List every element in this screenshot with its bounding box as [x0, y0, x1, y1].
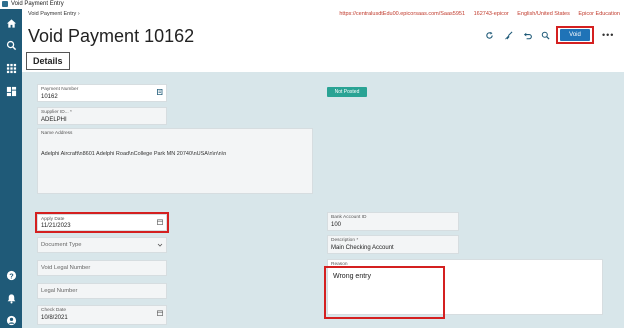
- apply-date-value[interactable]: 11/21/2023: [41, 223, 71, 229]
- home-icon[interactable]: [5, 17, 17, 29]
- clear-broom-icon[interactable]: [503, 30, 513, 40]
- page-header: Void Payment 10162 Void •••: [22, 20, 624, 50]
- supplier-id-label[interactable]: Supplier ID... *: [41, 110, 72, 115]
- app-icon: [2, 1, 8, 7]
- check-date-label: Check Date: [41, 308, 67, 313]
- refresh-icon[interactable]: [484, 30, 494, 40]
- environment-name: Epicor Education: [578, 11, 620, 17]
- svg-text:?: ?: [9, 271, 14, 280]
- environment-locale: English/United States: [517, 11, 570, 17]
- window-title: Void Payment Entry: [11, 1, 64, 7]
- payment-number-value[interactable]: 10162: [41, 94, 58, 100]
- breadcrumb[interactable]: Void Payment Entry ›: [28, 9, 80, 20]
- description-label: Description *: [331, 238, 359, 243]
- left-nav: ?: [0, 9, 22, 328]
- void-legal-number-field[interactable]: Void Legal Number: [37, 260, 167, 276]
- bank-account-field[interactable]: Bank Account ID 100: [327, 212, 459, 231]
- undo-icon[interactable]: [522, 30, 532, 40]
- check-date-value: 10/8/2021: [41, 315, 68, 321]
- apps-grid-icon[interactable]: [5, 62, 17, 74]
- page-title: Void Payment 10162: [28, 26, 195, 46]
- status-badge: Not Posted: [327, 87, 367, 97]
- bank-account-label: Bank Account ID: [331, 215, 367, 220]
- user-avatar-icon[interactable]: [5, 314, 17, 326]
- name-address-label: Name Address: [41, 131, 73, 136]
- more-options-icon[interactable]: •••: [602, 30, 614, 40]
- legal-number-field[interactable]: Legal Number: [37, 283, 167, 299]
- check-date-field[interactable]: Check Date 10/8/2021: [37, 305, 167, 325]
- bank-account-value: 100: [331, 222, 342, 228]
- legal-number-placeholder: Legal Number: [41, 288, 78, 294]
- description-field[interactable]: Description * Main Checking Account: [327, 235, 459, 254]
- reason-label: Reason: [331, 262, 348, 267]
- environment-url: https://centralusdtEdu00.epicorsaas.com/…: [339, 11, 466, 17]
- apply-date-field[interactable]: Apply Date 11/21/2023: [37, 214, 167, 231]
- environment-bar: Void Payment Entry › https://centralusdt…: [22, 9, 624, 20]
- tab-bar: Details: [22, 50, 624, 72]
- void-legal-number-placeholder: Void Legal Number: [41, 265, 91, 271]
- supplier-id-value: ADELPHI: [41, 117, 67, 123]
- reason-value[interactable]: Wrong entry: [333, 273, 371, 280]
- tab-details[interactable]: Details: [26, 52, 70, 70]
- apply-date-label: Apply Date: [41, 217, 65, 222]
- payment-number-field[interactable]: Payment Number 10162: [37, 84, 167, 102]
- payment-number-label: Payment Number: [41, 87, 79, 92]
- help-icon[interactable]: ?: [5, 269, 17, 281]
- void-button[interactable]: Void: [560, 29, 590, 41]
- chevron-down-icon[interactable]: [157, 242, 163, 248]
- void-button-highlight: Void: [556, 26, 594, 44]
- document-lookup-icon[interactable]: [157, 88, 163, 96]
- dashboard-icon[interactable]: [5, 85, 17, 97]
- description-value: Main Checking Account: [331, 245, 394, 251]
- document-type-placeholder: Document Type: [41, 242, 82, 248]
- calendar-icon[interactable]: [157, 219, 163, 225]
- name-address-value: Adelphi Aircraft\n8601 Adelphi Road\nCol…: [41, 151, 227, 157]
- environment-id: 162743-epicor: [473, 11, 509, 17]
- supplier-id-field[interactable]: Supplier ID... * ADELPHI: [37, 107, 167, 125]
- document-type-select[interactable]: Document Type: [37, 237, 167, 253]
- environment-info: https://centralusdtEdu00.epicorsaas.com/…: [332, 9, 620, 20]
- search-icon[interactable]: [5, 39, 17, 51]
- notifications-bell-icon[interactable]: [5, 292, 17, 304]
- name-address-field[interactable]: Name Address Adelphi Aircraft\n8601 Adel…: [37, 128, 313, 194]
- calendar-icon[interactable]: [157, 310, 163, 316]
- search-icon[interactable]: [540, 30, 550, 40]
- reason-textarea[interactable]: Reason Wrong entry: [327, 259, 603, 315]
